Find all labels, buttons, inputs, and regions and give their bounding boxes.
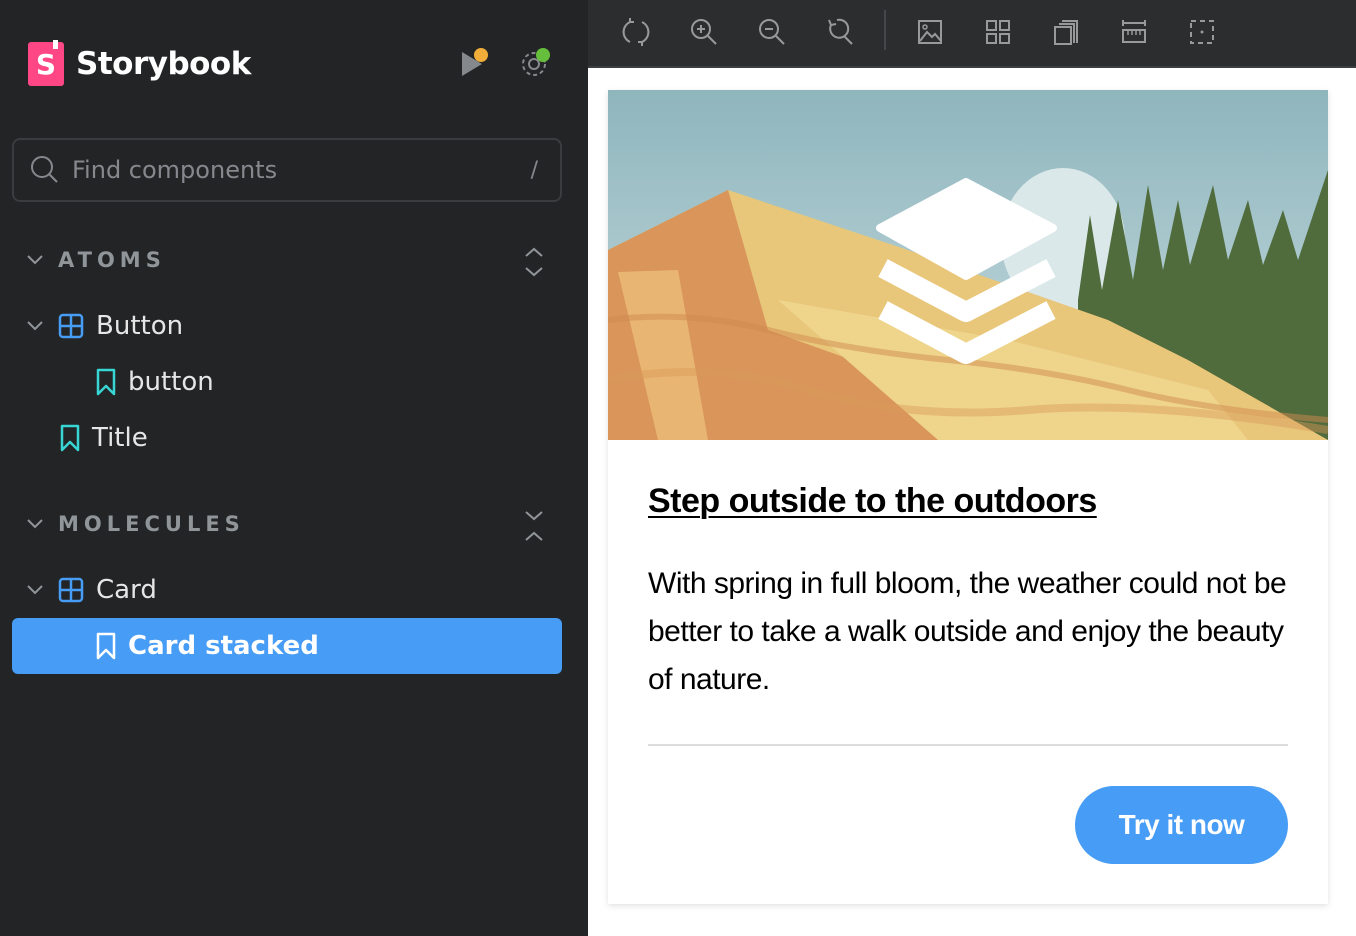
hero-image <box>608 90 1328 440</box>
tree-item-title[interactable]: Title <box>60 410 148 466</box>
try-it-now-button[interactable]: Try it now <box>1075 786 1288 864</box>
zoom-reset-button[interactable] <box>820 12 860 52</box>
component-icon <box>58 577 84 603</box>
measure-icon <box>1122 20 1146 43</box>
play-button[interactable] <box>456 46 492 82</box>
measure-button[interactable] <box>1114 12 1154 52</box>
collapse-all-button[interactable] <box>520 508 548 544</box>
toolbar-divider <box>884 10 886 50</box>
zoom-out-icon <box>759 19 785 45</box>
brand-name: Storybook <box>76 46 251 82</box>
section-atoms[interactable]: ATOMS <box>26 248 166 272</box>
play-badge <box>474 48 488 62</box>
component-icon <box>58 313 84 339</box>
tree-item-button-story[interactable]: button <box>96 354 214 410</box>
card: Step outside to the outdoors With spring… <box>608 90 1328 904</box>
expand-all-button[interactable] <box>520 244 548 280</box>
tree-item-button[interactable]: Button <box>26 298 183 354</box>
section-label: ATOMS <box>58 248 166 272</box>
collapse-icon <box>525 511 543 541</box>
tree-item-label: Title <box>92 423 148 453</box>
tree-item-label: Button <box>96 311 184 341</box>
reload-icon <box>622 18 650 46</box>
card-divider <box>648 744 1288 746</box>
zoom-in-icon <box>691 19 717 45</box>
card-body: With spring in full bloom, the weather c… <box>648 567 1287 696</box>
zoom-out-button[interactable] <box>752 12 792 52</box>
chevron-down-icon <box>27 519 43 529</box>
chevron-down-icon <box>27 255 43 265</box>
bookmark-icon <box>60 424 80 452</box>
brand[interactable]: S Storybook <box>28 40 251 86</box>
settings-button[interactable] <box>516 46 552 82</box>
tree-item-card[interactable]: Card <box>26 562 157 618</box>
tree-item-card-stacked[interactable]: Card stacked <box>96 618 319 674</box>
bookmark-icon <box>96 632 116 660</box>
tree-item-label: Card <box>96 575 157 605</box>
background-icon <box>918 20 942 44</box>
search-box[interactable]: / <box>12 138 562 202</box>
section-molecules[interactable]: MOLECULES <box>26 512 245 536</box>
settings-badge <box>536 48 550 62</box>
toolbar <box>588 0 1356 68</box>
search-input[interactable] <box>72 156 492 184</box>
zoom-reset-icon <box>828 18 853 45</box>
search-icon <box>31 156 58 183</box>
reload-button[interactable] <box>616 12 656 52</box>
viewport-button[interactable] <box>1046 12 1086 52</box>
sidebar: S Storybook / ATOMS Button button <box>0 0 588 936</box>
tree-item-label: Card stacked <box>128 631 319 661</box>
preview-pane: Step outside to the outdoors With spring… <box>588 0 1356 936</box>
outline-button[interactable] <box>1182 12 1222 52</box>
chevron-down-icon <box>27 585 43 595</box>
search-shortcut: / <box>530 157 538 183</box>
background-button[interactable] <box>910 12 950 52</box>
storybook-logo-icon: S <box>28 40 64 86</box>
tree-item-label: button <box>128 367 214 397</box>
landscape-illustration <box>608 90 1328 440</box>
viewport-icon <box>1054 20 1078 45</box>
bookmark-icon <box>96 368 116 396</box>
outline-icon <box>1190 20 1214 44</box>
grid-button[interactable] <box>978 12 1018 52</box>
section-label: MOLECULES <box>58 512 245 536</box>
grid-icon <box>986 20 1010 44</box>
card-title[interactable]: Step outside to the outdoors <box>648 482 1097 521</box>
chevron-down-icon <box>27 321 43 331</box>
zoom-in-button[interactable] <box>684 12 724 52</box>
expand-icon <box>525 247 543 277</box>
